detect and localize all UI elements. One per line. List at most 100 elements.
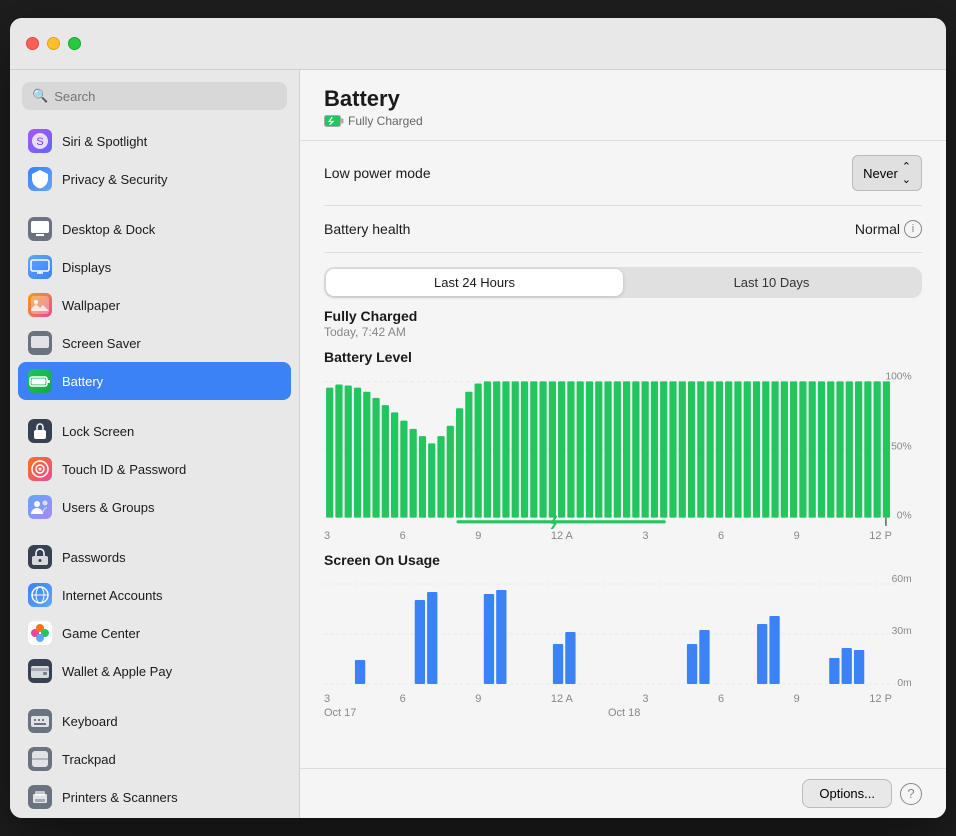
screensaver-icon (28, 331, 52, 355)
low-power-label: Low power mode (324, 165, 431, 181)
sidebar-label-touchid: Touch ID & Password (62, 462, 186, 477)
usage-chart: 60m 30m 0m (324, 572, 922, 692)
desktop-icon (28, 217, 52, 241)
passwords-icon (28, 545, 52, 569)
sidebar-label-battery: Battery (62, 374, 103, 389)
ux-label-9a: 9 (475, 693, 481, 705)
date-oct18: Oct 18 (608, 707, 640, 719)
battery-health-control: Normal i (855, 220, 922, 238)
sidebar-label-passwords: Passwords (62, 550, 126, 565)
ux-label-12p: 12 P (869, 693, 922, 705)
x-label-9a: 9 (475, 530, 481, 542)
displays-icon (28, 255, 52, 279)
sidebar-item-privacy[interactable]: Privacy & Security (18, 160, 291, 198)
content-area: 🔍 S Siri & Spotlight Privacy & S (10, 70, 946, 818)
battery-charged-icon (324, 115, 344, 127)
wallpaper-icon (28, 293, 52, 317)
sidebar-item-trackpad[interactable]: Trackpad (18, 740, 291, 778)
sidebar-label-printers: Printers & Scanners (62, 790, 178, 805)
sidebar-item-keyboard[interactable]: Keyboard (18, 702, 291, 740)
svg-text:S: S (36, 136, 43, 148)
touchid-icon (28, 457, 52, 481)
chart-status-text: Fully Charged (324, 308, 922, 324)
siri-icon: S (28, 129, 52, 153)
footer-bar: Options... ? (300, 768, 946, 818)
low-power-select[interactable]: Never ⌃⌄ (852, 155, 922, 191)
battery-health-row: Battery health Normal i (324, 206, 922, 253)
options-button[interactable]: Options... (802, 779, 892, 808)
x-label-3p: 3 (642, 530, 648, 542)
settings-window: 🔍 S Siri & Spotlight Privacy & S (10, 18, 946, 818)
gamecenter-icon (28, 621, 52, 645)
sidebar-label-wallet: Wallet & Apple Pay (62, 664, 172, 679)
sidebar-item-internet[interactable]: Internet Accounts (18, 576, 291, 614)
sidebar-item-wallet[interactable]: Wallet & Apple Pay (18, 652, 291, 690)
lockscreen-icon (28, 419, 52, 443)
tab-10d[interactable]: Last 10 Days (623, 269, 920, 296)
sidebar-item-passwords[interactable]: Passwords (18, 538, 291, 576)
sidebar-label-keyboard: Keyboard (62, 714, 118, 729)
x-label-3a: 3 (324, 530, 330, 542)
main-content: Battery Fully Charged Low power mode (300, 70, 946, 818)
low-power-mode-row: Low power mode Never ⌃⌄ (324, 141, 922, 206)
ux-label-3a: 3 (324, 693, 330, 705)
chart-status: Fully Charged Today, 7:42 AM (324, 308, 922, 339)
sidebar-item-wallpaper[interactable]: Wallpaper (18, 286, 291, 324)
low-power-value: Never (863, 166, 898, 181)
usage-chart-container: 60m 30m 0m (324, 572, 922, 719)
date-labels: Oct 17 Oct 18 (324, 707, 922, 719)
sidebar-label-gamecenter: Game Center (62, 626, 140, 641)
close-button[interactable] (26, 37, 39, 50)
ux-label-6a: 6 (400, 693, 406, 705)
battery-health-label: Battery health (324, 221, 410, 237)
sidebar-item-users[interactable]: Users & Groups (18, 488, 291, 526)
sidebar-label-desktop: Desktop & Dock (62, 222, 155, 237)
maximize-button[interactable] (68, 37, 81, 50)
privacy-icon (28, 167, 52, 191)
usage-title: Screen On Usage (324, 552, 922, 568)
sidebar-item-desktop[interactable]: Desktop & Dock (18, 210, 291, 248)
battery-x-axis: 3 6 9 12 A 3 6 9 12 P (324, 530, 922, 542)
sidebar-label-internet: Internet Accounts (62, 588, 162, 603)
svg-text:30m: 30m (892, 626, 912, 637)
sidebar-item-printers[interactable]: Printers & Scanners (18, 778, 291, 816)
minimize-button[interactable] (47, 37, 60, 50)
page-subtitle: Fully Charged (324, 114, 922, 128)
search-bar[interactable]: 🔍 (22, 82, 287, 110)
sidebar-item-lockscreen[interactable]: Lock Screen (18, 412, 291, 450)
sidebar-label-users: Users & Groups (62, 500, 154, 515)
sidebar-item-touchid[interactable]: Touch ID & Password (18, 450, 291, 488)
svg-text:100%: 100% (885, 371, 911, 382)
page-title: Battery (324, 86, 922, 112)
main-body: Low power mode Never ⌃⌄ Battery health N… (300, 141, 946, 768)
x-label-9p: 9 (794, 530, 800, 542)
spacer-1 (18, 198, 291, 210)
sidebar-item-battery[interactable]: Battery (18, 362, 291, 400)
keyboard-icon (28, 709, 52, 733)
help-button[interactable]: ? (900, 783, 922, 805)
titlebar (10, 18, 946, 70)
main-header: Battery Fully Charged (300, 70, 946, 141)
sidebar: 🔍 S Siri & Spotlight Privacy & S (10, 70, 300, 818)
ux-label-6p: 6 (718, 693, 724, 705)
sidebar-item-gamecenter[interactable]: Game Center (18, 614, 291, 652)
x-label-12a: 12 A (551, 530, 573, 542)
trackpad-icon (28, 747, 52, 771)
low-power-control: Never ⌃⌄ (852, 155, 922, 191)
spacer-4 (18, 690, 291, 702)
sidebar-item-screensaver[interactable]: Screen Saver (18, 324, 291, 362)
tab-24h[interactable]: Last 24 Hours (326, 269, 623, 296)
ux-label-3p: 3 (642, 693, 648, 705)
spacer-3 (18, 526, 291, 538)
sidebar-label-displays: Displays (62, 260, 111, 275)
spacer-2 (18, 400, 291, 412)
battery-health-value: Normal (855, 221, 900, 237)
sidebar-label-lockscreen: Lock Screen (62, 424, 134, 439)
sidebar-item-displays[interactable]: Displays (18, 248, 291, 286)
battery-chart-container: 100% 50% 0% (324, 369, 922, 542)
svg-text:0%: 0% (897, 511, 912, 522)
sidebar-item-siri[interactable]: S Siri & Spotlight (18, 122, 291, 160)
info-icon[interactable]: i (904, 220, 922, 238)
users-icon (28, 495, 52, 519)
search-input[interactable] (54, 89, 277, 104)
